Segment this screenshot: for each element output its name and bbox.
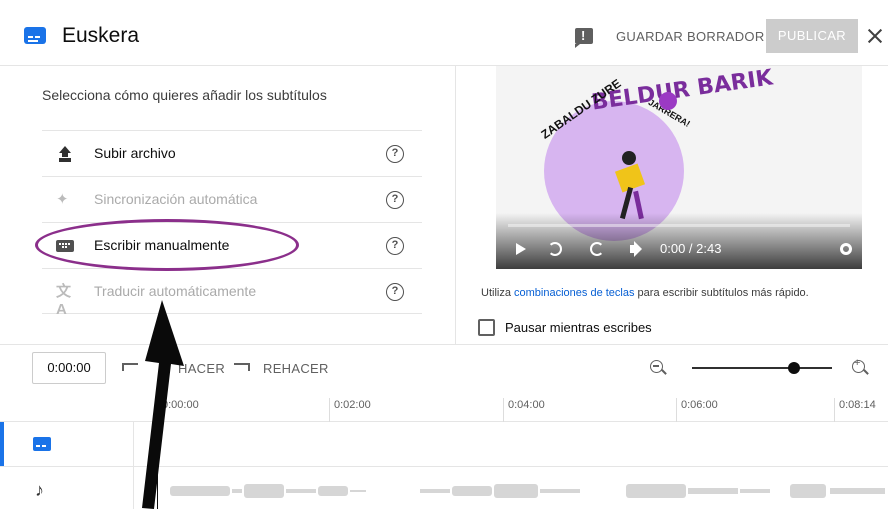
pane-divider <box>455 66 456 344</box>
keyboard-icon <box>56 237 74 255</box>
shortcut-hint: Utiliza combinaciones de teclas para esc… <box>481 287 809 299</box>
help-icon[interactable]: ? <box>386 283 404 301</box>
help-icon[interactable]: ? <box>386 191 404 209</box>
settings-icon[interactable] <box>840 243 852 255</box>
hint-text: Utiliza <box>481 287 511 299</box>
volume-icon[interactable] <box>630 245 638 253</box>
editor-header: Euskera GUARDAR BORRADOR PUBLICAR <box>0 0 888 66</box>
rewind-icon[interactable] <box>548 242 562 256</box>
zoom-out-icon[interactable] <box>650 360 663 373</box>
redo-icon[interactable] <box>234 363 250 371</box>
sparkle-icon: ✦ <box>56 191 69 208</box>
pause-checkbox[interactable] <box>478 319 495 336</box>
option-label: Escribir manualmente <box>94 237 230 253</box>
ruler-tick: 0:04:00 <box>503 398 545 422</box>
shortcuts-link[interactable]: combinaciones de teclas <box>514 287 634 299</box>
timecode-input[interactable]: 0:00:00 <box>32 352 106 384</box>
zoom-in-icon[interactable] <box>852 357 865 373</box>
pause-label: Pausar mientras escribes <box>505 320 652 335</box>
artwork-figure <box>614 151 648 221</box>
zoom-slider-handle[interactable] <box>788 362 800 374</box>
method-prompt: Selecciona cómo quieres añadir los subtí… <box>42 87 327 103</box>
artwork-logo <box>659 92 677 110</box>
redo-button[interactable]: REHACER <box>263 361 329 376</box>
ruler-tick: 0:02:00 <box>329 398 371 422</box>
option-auto-translate: 文A Traducir automáticamente ? <box>42 268 422 318</box>
option-auto-sync: ✦ Sincronización automática ? <box>42 176 422 222</box>
player-controls: 0:00 / 2:43 <box>496 213 862 269</box>
playhead[interactable] <box>157 390 158 509</box>
zoom-slider[interactable] <box>692 367 832 369</box>
ruler-tick: 0:08:14 <box>834 398 876 422</box>
save-draft-button[interactable]: GUARDAR BORRADOR <box>610 24 771 50</box>
upload-icon <box>56 145 74 163</box>
option-label: Traducir automáticamente <box>94 283 257 299</box>
page-title: Euskera <box>62 24 140 47</box>
timeline-ruler: 0:00:00 0:02:00 0:04:00 0:06:00 0:08:14 <box>0 390 888 422</box>
time-display: 0:00 / 2:43 <box>660 241 722 256</box>
forward-icon[interactable] <box>590 242 604 256</box>
progress-bar[interactable] <box>508 224 850 227</box>
active-track-indicator <box>0 422 4 466</box>
feedback-icon[interactable] <box>575 28 593 48</box>
option-label: Sincronización automática <box>94 191 258 207</box>
close-icon[interactable] <box>865 26 885 46</box>
ruler-tick: 0:06:00 <box>676 398 718 422</box>
option-upload-file[interactable]: Subir archivo ? <box>42 130 422 176</box>
play-icon[interactable] <box>516 243 526 255</box>
translate-icon: 文A <box>56 283 72 318</box>
divider <box>0 466 888 467</box>
subtitles-track-icon <box>33 437 51 451</box>
method-options: Subir archivo ? ✦ Sincronización automát… <box>42 130 422 318</box>
audio-waveform[interactable] <box>170 478 885 504</box>
option-type-manually[interactable]: Escribir manualmente ? <box>42 222 422 268</box>
publish-button[interactable]: PUBLICAR <box>766 19 858 53</box>
divider <box>0 344 888 345</box>
video-preview[interactable]: BELDUR BARIK ZABALDU ZURE JARRERA! 0:00 … <box>496 66 862 269</box>
help-icon[interactable]: ? <box>386 237 404 255</box>
undo-icon[interactable] <box>122 363 138 371</box>
undo-button[interactable]: HACER <box>178 361 225 376</box>
ruler-tick: 0:00:00 <box>157 398 199 422</box>
option-label: Subir archivo <box>94 145 176 161</box>
subtitles-icon <box>24 27 46 44</box>
help-icon[interactable]: ? <box>386 145 404 163</box>
hint-text: para escribir subtítulos más rápido. <box>637 287 809 299</box>
music-note-icon: ♪ <box>35 480 44 500</box>
